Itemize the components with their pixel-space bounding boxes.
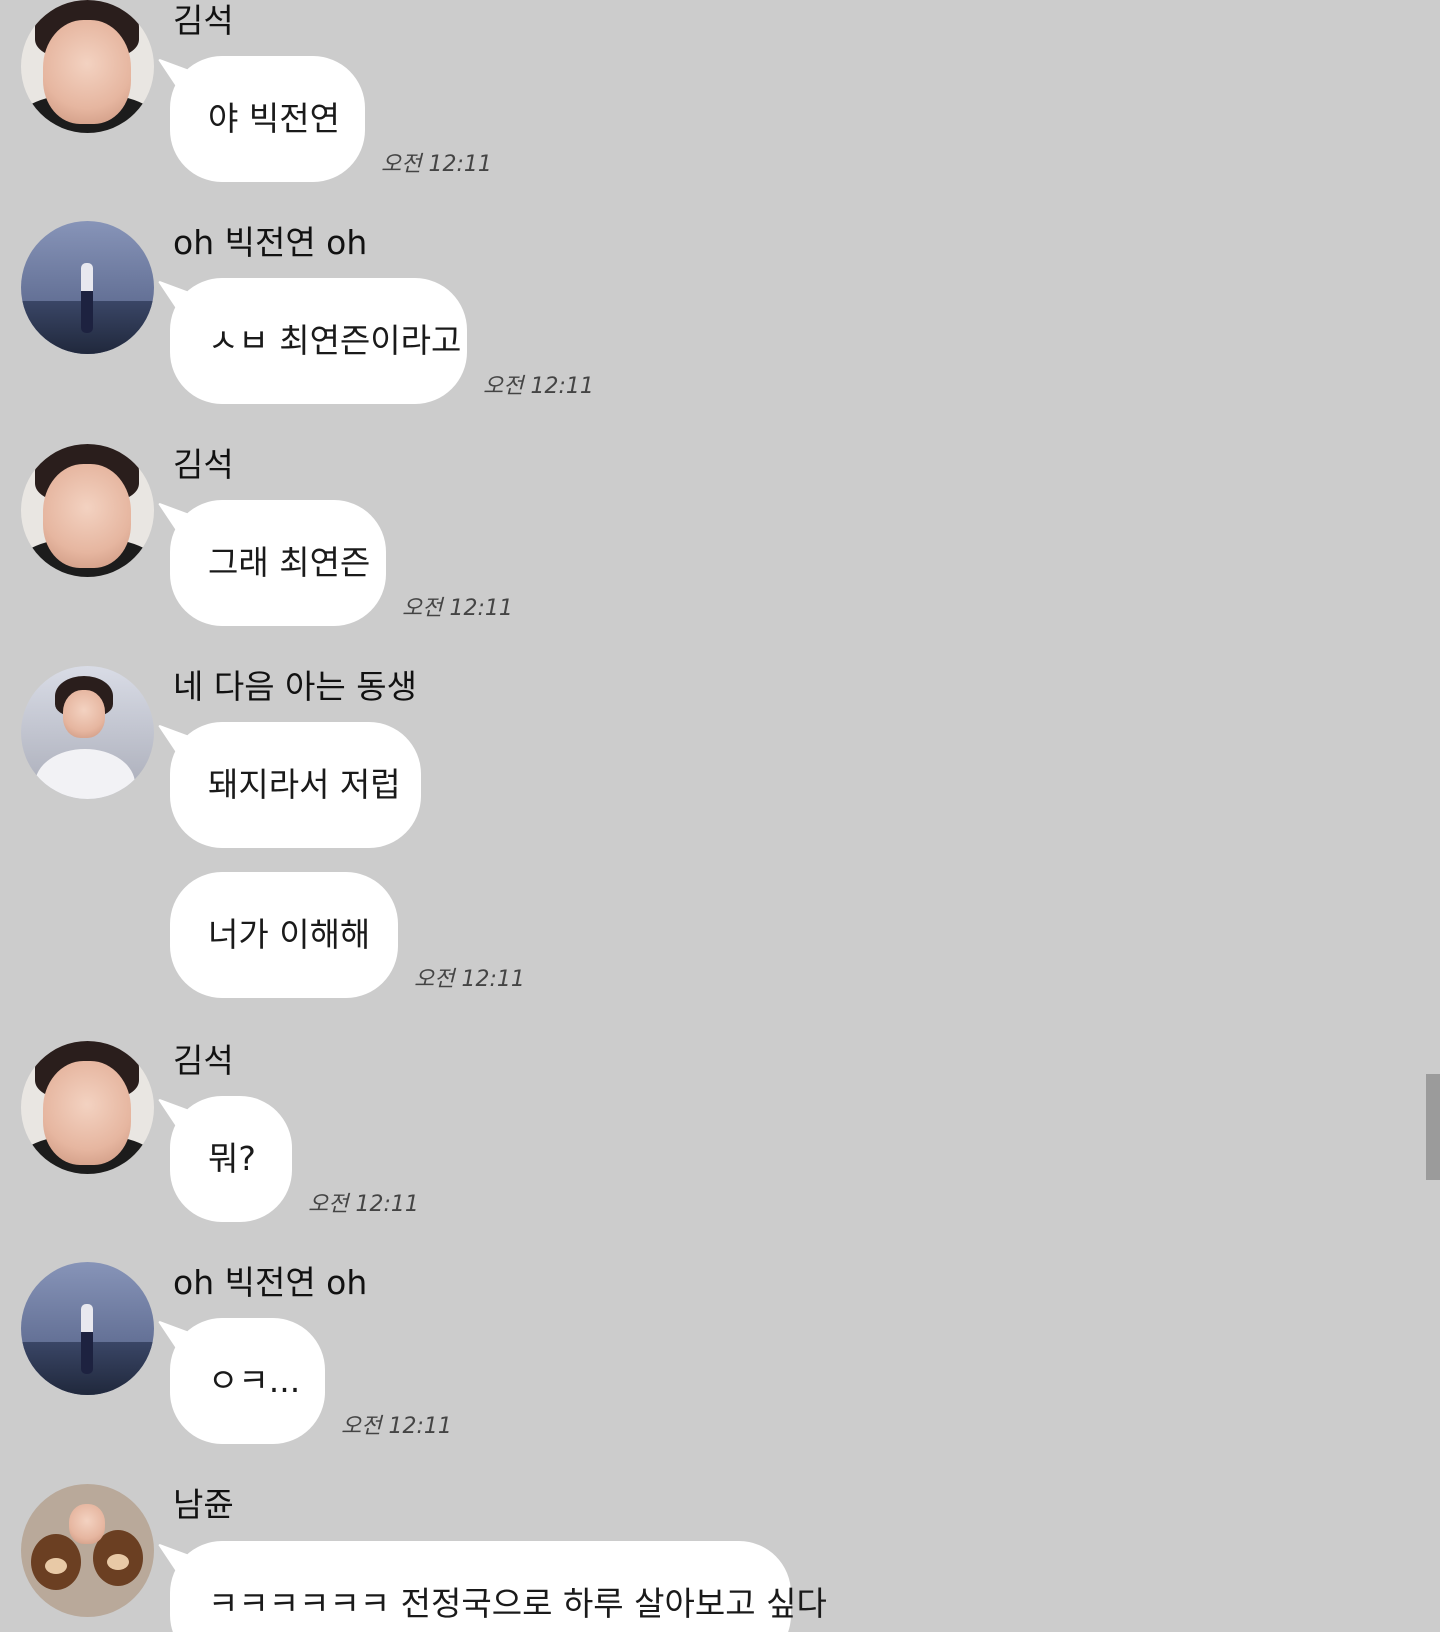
message-bubble[interactable]: ㅋㅋㅋㅋㅋㅋ 전정국으로 하루 살아보고 싶다	[170, 1541, 827, 1632]
sender-name: oh 빅전연 oh	[173, 1263, 368, 1302]
avatar-stage-photo[interactable]	[21, 221, 154, 354]
avatar-seokjin-selfie[interactable]	[21, 0, 154, 133]
message-bubble[interactable]: 너가 이해해	[170, 872, 398, 998]
avatar-seokjin-selfie[interactable]	[21, 444, 154, 577]
sender-name: oh 빅전연 oh	[173, 223, 368, 262]
avatar-seated-photo[interactable]	[21, 666, 154, 799]
sender-name: 네 다음 아는 동생	[173, 667, 417, 706]
chat-message-list[interactable]: 김석 야 빅전연 오전 12:11 oh 빅전연 oh ㅅㅂ 최연즌이라고 오전…	[0, 0, 1440, 1632]
avatar-seokjin-selfie[interactable]	[21, 1041, 154, 1174]
message-timestamp: 오전 12:11	[402, 596, 513, 621]
sender-name: 김석	[173, 1, 234, 40]
message-bubble[interactable]: ㅅㅂ 최연즌이라고	[170, 278, 467, 404]
message-bubble[interactable]: 뭐?	[170, 1096, 292, 1222]
avatar-stage-photo[interactable]	[21, 1262, 154, 1395]
message-timestamp: 오전 12:11	[341, 1414, 452, 1439]
message-bubble[interactable]: 돼지라서 저럽	[170, 722, 421, 848]
sender-name: 남쥰	[173, 1485, 234, 1524]
message-timestamp: 오전 12:11	[483, 374, 594, 399]
avatar-bears-photo[interactable]	[21, 1484, 154, 1617]
message-bubble[interactable]: 그래 최연즌	[170, 500, 386, 626]
scrollbar-thumb[interactable]	[1426, 1074, 1440, 1180]
message-timestamp: 오전 12:11	[308, 1192, 419, 1217]
message-bubble[interactable]: 야 빅전연	[170, 56, 365, 182]
sender-name: 김석	[173, 445, 234, 484]
message-bubble[interactable]: ㅇㅋ...	[170, 1318, 325, 1444]
message-timestamp: 오전 12:11	[414, 967, 525, 992]
sender-name: 김석	[173, 1041, 234, 1080]
message-timestamp: 오전 12:11	[381, 152, 492, 177]
